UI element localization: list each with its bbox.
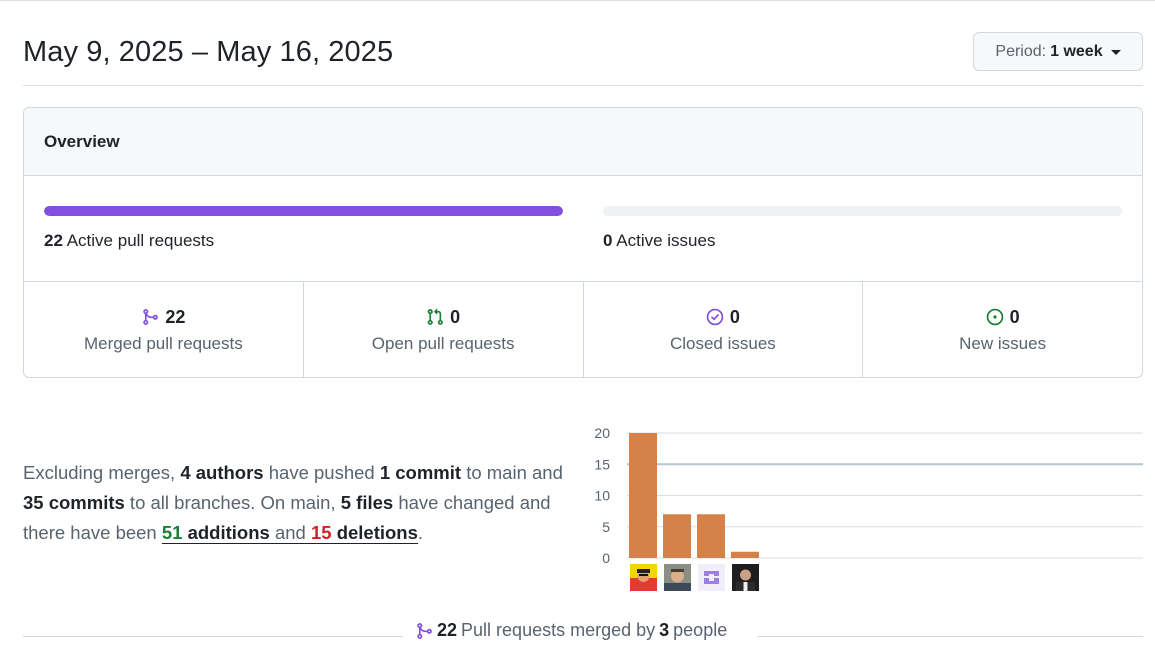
issue-opened-icon xyxy=(986,308,1003,326)
stat-open-pull-requests[interactable]: 0 Open pull requests xyxy=(304,282,584,377)
all-commits-count: 35 commits xyxy=(23,492,125,513)
author-avatar[interactable] xyxy=(629,564,657,591)
stat-closed-issues[interactable]: 0 Closed issues xyxy=(584,282,864,377)
open-pull-requests-count: 0 xyxy=(450,306,461,327)
active-issues-count: 0 xyxy=(603,231,613,250)
summary-text: to all branches. On main, xyxy=(124,492,341,513)
overview-title: Overview xyxy=(24,108,1142,176)
period-dropdown-button[interactable]: Period: 1 week xyxy=(973,32,1143,71)
additions-count: 51 xyxy=(161,522,183,543)
deletions-label: deletions xyxy=(336,522,418,543)
active-issues[interactable]: 0 Active issues xyxy=(603,206,1122,251)
period-value: 1 week xyxy=(1050,42,1103,60)
pull-requests-progress-track xyxy=(44,206,563,216)
open-pull-requests-label: Open pull requests xyxy=(371,333,515,353)
pulse-header: May 9, 2025 – May 16, 2025 Period: 1 wee… xyxy=(23,28,1143,86)
merged-pull-requests-summary: 22 Pull requests merged by 3 people xyxy=(23,620,1143,648)
and-text: and xyxy=(274,522,306,543)
y-tick-label: 5 xyxy=(602,519,610,535)
author-avatar[interactable] xyxy=(697,564,725,591)
summary-text: . xyxy=(417,522,424,543)
footer-text: 22 Pull requests merged by 3 people xyxy=(409,620,734,641)
active-issues-label: Active issues xyxy=(616,231,716,250)
active-pull-requests[interactable]: 22 Active pull requests xyxy=(44,206,563,251)
pull-requests-progress-fill xyxy=(44,206,563,216)
commits-bar[interactable] xyxy=(697,514,725,558)
triangle-down-icon xyxy=(1110,50,1121,55)
active-pull-requests-label: Active pull requests xyxy=(66,231,215,250)
stat-merged-pull-requests[interactable]: 22 Merged pull requests xyxy=(24,282,304,377)
closed-issues-label: Closed issues xyxy=(669,333,776,353)
authors-count: 4 authors xyxy=(180,462,264,483)
files-count: 5 files xyxy=(340,492,394,513)
stats-row: 22 Merged pull requests 0 Open pull requ… xyxy=(24,282,1142,377)
active-pull-requests-count: 22 xyxy=(44,231,63,250)
people-word: people xyxy=(673,620,728,640)
summary-text: to main and xyxy=(461,462,563,483)
new-issues-count: 0 xyxy=(1009,306,1020,327)
diff-stats-link[interactable]: 51 additions and 15 deletions xyxy=(161,522,418,544)
stat-new-issues[interactable]: 0 New issues xyxy=(863,282,1142,377)
commits-by-author-chart: 0 5 10 15 20 xyxy=(585,420,1145,600)
additions-label: additions xyxy=(187,522,270,543)
top-divider xyxy=(0,0,1155,1)
git-pull-request-icon xyxy=(427,308,443,325)
y-tick-label: 20 xyxy=(594,425,610,441)
commit-summary: Excluding merges, 4 authors have pushed … xyxy=(23,458,583,548)
y-tick-label: 15 xyxy=(594,456,610,472)
author-avatar[interactable] xyxy=(731,564,759,591)
footer-divider-right xyxy=(758,636,1143,637)
y-tick-label: 0 xyxy=(602,550,610,566)
git-merge-icon xyxy=(143,309,159,325)
y-tick-label: 10 xyxy=(594,488,610,504)
period-prefix: Period: xyxy=(995,42,1047,60)
page-title: May 9, 2025 – May 16, 2025 xyxy=(23,36,394,68)
merged-pull-requests-count: 22 xyxy=(165,306,186,327)
summary-text: Excluding merges, xyxy=(23,462,181,483)
merged-count: 22 xyxy=(437,620,458,640)
closed-issues-count: 0 xyxy=(729,306,740,327)
people-count: 3 xyxy=(659,620,670,640)
merged-by-text: Pull requests merged by xyxy=(461,620,656,640)
issues-progress-track xyxy=(603,206,1122,216)
merged-pull-requests-label: Merged pull requests xyxy=(83,333,243,353)
main-commits-count: 1 commit xyxy=(379,462,462,483)
commits-bar[interactable] xyxy=(731,551,759,558)
chart-svg: 0 5 10 15 20 xyxy=(594,425,1143,566)
activity-bars: 22 Active pull requests 0 Active issues xyxy=(24,176,1142,282)
deletions-count: 15 xyxy=(310,522,332,543)
author-avatar[interactable] xyxy=(663,564,691,591)
commits-bar[interactable] xyxy=(629,433,657,558)
summary-text: have pushed xyxy=(263,462,380,483)
git-merge-icon xyxy=(417,622,432,639)
issue-closed-icon xyxy=(706,308,724,326)
new-issues-label: New issues xyxy=(959,333,1047,353)
footer-divider-left xyxy=(23,636,403,637)
overview-panel: Overview 22 Active pull requests 0 Activ… xyxy=(23,107,1143,378)
commits-bar[interactable] xyxy=(663,514,691,558)
